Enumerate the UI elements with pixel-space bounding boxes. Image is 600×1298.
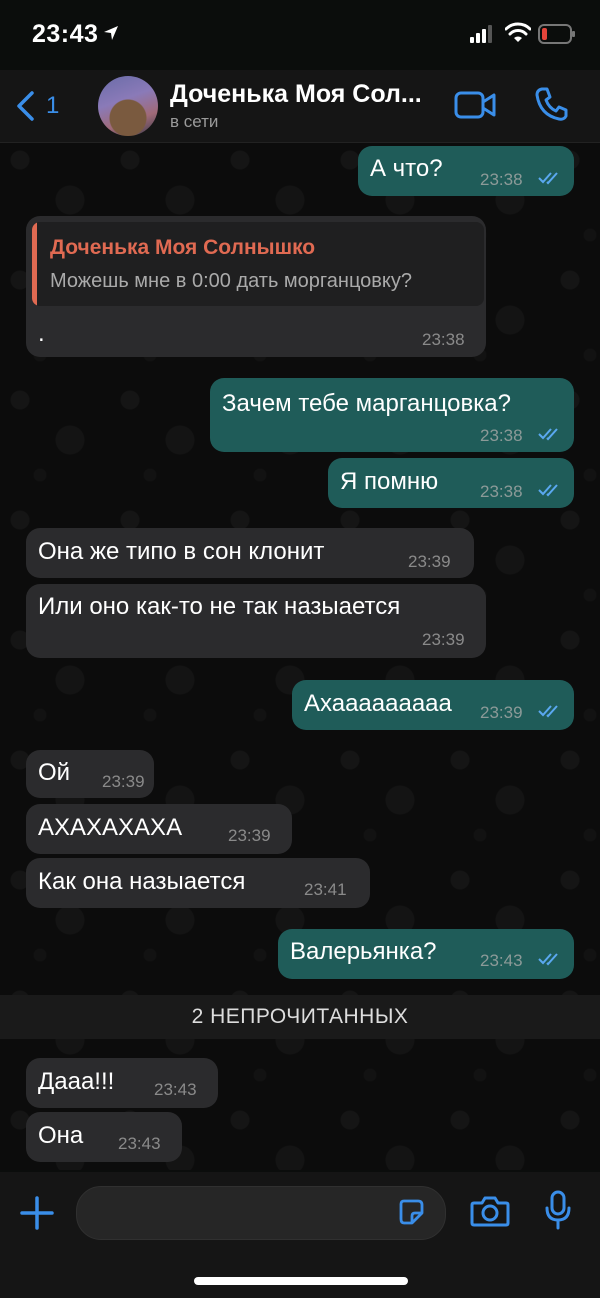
message-incoming[interactable]: Она 23:43 [26, 1112, 182, 1162]
message-time: 23:39 [408, 552, 451, 571]
read-ticks-icon [538, 428, 558, 441]
status-time: 23:43 [32, 20, 99, 48]
message-text: А что? [370, 155, 443, 182]
phone-call-icon[interactable] [534, 86, 568, 122]
message-time: 23:43 [480, 951, 523, 970]
attach-plus-icon[interactable] [20, 1196, 54, 1230]
message-text: Ахааааааааа [304, 690, 452, 717]
home-indicator[interactable] [194, 1277, 408, 1285]
cellular-signal-icon [470, 25, 492, 43]
message-text: Дааа!!! [38, 1068, 115, 1095]
message-incoming[interactable]: Она же типо в сон клонит 23:39 [26, 528, 474, 578]
status-bar: 23:43 [0, 0, 600, 70]
message-incoming[interactable]: Как она назыается 23:41 [26, 858, 370, 908]
quoted-text: Можешь мне в 0:00 дать морганцовку? [50, 270, 413, 292]
quoted-sender: Доченька Моя Солнышко [50, 236, 316, 259]
message-incoming[interactable]: Ой 23:39 [26, 750, 154, 798]
message-outgoing[interactable]: Зачем тебе марганцовка? 23:38 [210, 378, 574, 452]
message-time: 23:39 [480, 703, 523, 722]
message-text: Валерьянка? [290, 938, 437, 965]
message-time: 23:38 [480, 482, 523, 501]
message-time: 23:38 [422, 330, 465, 349]
message-text: . [38, 320, 45, 347]
message-text: Ой [38, 759, 71, 786]
message-time: 23:41 [304, 880, 347, 899]
message-time: 23:39 [228, 826, 271, 845]
wifi-icon [505, 22, 531, 42]
contact-avatar[interactable] [98, 76, 158, 136]
message-outgoing[interactable]: Я помню 23:38 [328, 458, 574, 508]
contact-status: в сети [170, 112, 219, 131]
message-text: Я помню [340, 468, 439, 495]
contact-name[interactable]: Доченька Моя Сол... [170, 80, 422, 109]
message-incoming[interactable]: АХАХАХАХА 23:39 [26, 804, 292, 854]
message-text: Зачем тебе марганцовка? [222, 390, 511, 417]
message-outgoing[interactable]: Валерьянка? 23:43 [278, 929, 574, 979]
message-outgoing[interactable]: Ахааааааааа 23:39 [292, 680, 574, 730]
message-text: АХАХАХАХА [38, 814, 183, 841]
location-arrow-icon [104, 26, 118, 40]
message-incoming[interactable]: Или оно как-то не так назыается 23:39 [26, 584, 486, 658]
message-time: 23:43 [118, 1134, 161, 1153]
message-text: Она [38, 1122, 84, 1149]
quote-accent-bar [32, 222, 37, 306]
message-incoming[interactable]: Дааа!!! 23:43 [26, 1058, 218, 1108]
message-outgoing[interactable]: А что? 23:38 [358, 146, 574, 196]
unread-chats-count[interactable]: 1 [46, 92, 59, 120]
sticker-icon[interactable] [397, 1198, 425, 1226]
message-input[interactable] [76, 1186, 446, 1240]
message-text: Как она назыается [38, 868, 246, 895]
read-ticks-icon [538, 484, 558, 497]
message-incoming-reply[interactable]: Доченька Моя Солнышко Можешь мне в 0:00 … [26, 216, 486, 357]
message-time: 23:43 [154, 1080, 197, 1099]
message-time: 23:38 [480, 426, 523, 445]
message-time: 23:39 [422, 630, 465, 649]
read-ticks-icon [538, 705, 558, 718]
read-ticks-icon [538, 953, 558, 966]
back-chevron-icon[interactable] [14, 90, 36, 122]
message-text: Она же типо в сон клонит [38, 538, 325, 565]
message-time: 23:38 [480, 170, 523, 189]
battery-low-icon [538, 24, 575, 44]
microphone-icon[interactable] [544, 1190, 572, 1230]
read-ticks-icon [538, 172, 558, 185]
video-call-icon[interactable] [454, 90, 496, 120]
message-time: 23:39 [102, 772, 145, 791]
quoted-message[interactable]: Доченька Моя Солнышко Можешь мне в 0:00 … [32, 222, 484, 306]
message-text: Или оно как-то не так назыается [38, 593, 401, 620]
chat-header: 1 Доченька Моя Сол... в сети [0, 70, 600, 143]
camera-icon[interactable] [470, 1194, 510, 1228]
unread-messages-divider: 2 НЕПРОЧИТАННЫХ [0, 995, 600, 1039]
